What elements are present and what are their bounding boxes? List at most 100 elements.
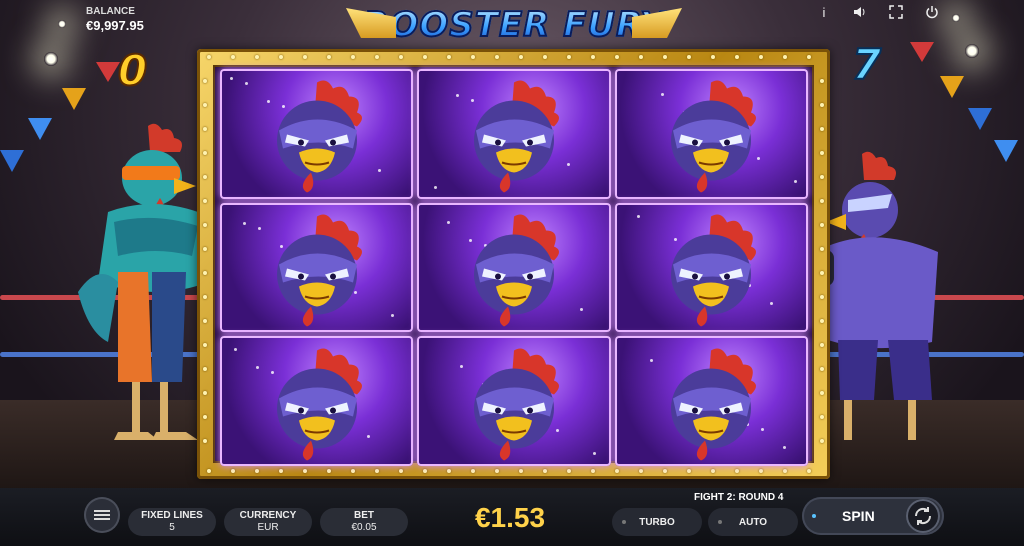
frame-rivet (375, 55, 379, 59)
frame-rivet (687, 469, 691, 473)
frame-rivet (423, 469, 427, 473)
menu-button[interactable] (84, 497, 120, 533)
frame-rivet (203, 415, 207, 419)
fullscreen-icon[interactable] (888, 4, 904, 20)
flag-decoration (28, 118, 52, 140)
spin-indicator-dot (812, 514, 816, 518)
masked-rooster-symbol-icon (651, 213, 771, 328)
frame-rivet (807, 469, 811, 473)
frame-rivet (279, 55, 283, 59)
frame-rivet (447, 469, 451, 473)
sparkle-decoration (636, 214, 640, 218)
sparkle-decoration (434, 186, 438, 189)
masked-rooster-symbol-icon (257, 346, 377, 461)
frame-rivet (203, 367, 207, 371)
fight-round-label: FIGHT 2: ROUND 4 (694, 492, 784, 503)
turbo-toggle[interactable]: TURBO (612, 508, 702, 536)
bet-value: €0.05 (351, 522, 377, 533)
top-icons: i (816, 4, 940, 20)
frame-rivet (203, 199, 207, 203)
frame-rivet (207, 469, 211, 473)
masked-rooster-symbol-icon (454, 213, 574, 328)
reel-cell (614, 202, 808, 333)
hamburger-icon (94, 508, 110, 522)
frame-rivet (820, 271, 824, 275)
frame-rivet (759, 55, 763, 59)
spotlight-icon (44, 52, 58, 66)
reel-cell (417, 336, 611, 466)
frame-rivet (663, 55, 667, 59)
frame-rivet (399, 55, 403, 59)
frame-rivet (543, 469, 547, 473)
frame-rivet (203, 151, 207, 155)
frame-rivet (423, 55, 427, 59)
frame-rivet (543, 55, 547, 59)
sparkle-decoration (593, 452, 597, 456)
flag-decoration (0, 150, 24, 172)
frame-rivet (375, 469, 379, 473)
currency-label: CURRENCY (239, 510, 297, 521)
turbo-indicator-dot (622, 520, 626, 524)
frame-rivet (591, 469, 595, 473)
auto-label: AUTO (738, 516, 768, 528)
masked-rooster-symbol-icon (454, 79, 574, 194)
frame-rivet (351, 55, 355, 59)
frame-rivet (255, 55, 259, 59)
frame-rivet (203, 391, 207, 395)
right-fighter-rooster (810, 151, 938, 440)
win-amount: €1.53 (474, 502, 546, 533)
frame-rivet (519, 55, 523, 59)
frame-rivet (207, 55, 211, 59)
spotlight-icon (952, 14, 960, 22)
fixed-lines-display: FIXED LINES 5 (128, 508, 216, 536)
sound-icon[interactable] (852, 4, 868, 20)
auto-toggle[interactable]: AUTO (708, 508, 798, 536)
frame-rivet (519, 469, 523, 473)
sparkle-decoration (391, 313, 394, 317)
frame-rivet (820, 367, 824, 371)
frame-rivet (820, 247, 824, 251)
frame-rivet (567, 469, 571, 473)
reel-grid (220, 69, 808, 466)
sparkle-decoration (447, 220, 451, 224)
auto-indicator-dot (718, 520, 722, 524)
frame-rivet (567, 55, 571, 59)
frame-rivet (255, 469, 259, 473)
frame-rivet (820, 223, 824, 227)
frame-rivet (447, 55, 451, 59)
fixed-lines-value: 5 (169, 522, 175, 533)
sparkle-decoration (378, 169, 381, 172)
sparkle-decoration (230, 77, 233, 80)
sparkle-decoration (580, 307, 584, 311)
frame-rivet (203, 319, 207, 323)
power-icon[interactable] (924, 4, 940, 20)
flag-decoration (968, 108, 992, 130)
frame-rivet (820, 79, 824, 83)
logo-text: ROOSTER FURY (361, 4, 666, 46)
frame-rivet (399, 469, 403, 473)
masked-rooster-symbol-icon (651, 346, 771, 461)
spin-button[interactable]: SPIN (802, 497, 944, 535)
frame-rivet (203, 343, 207, 347)
frame-rivet (303, 55, 307, 59)
spin-arrows-icon[interactable] (906, 499, 940, 533)
masked-rooster-symbol-icon (257, 79, 377, 194)
frame-rivet (615, 469, 619, 473)
frame-rivet (327, 469, 331, 473)
frame-rivet (203, 247, 207, 251)
frame-rivet (351, 469, 355, 473)
flag-decoration (62, 88, 86, 110)
bet-label: BET (354, 510, 374, 521)
frame-rivet (820, 103, 824, 107)
reel-cell (220, 69, 414, 199)
frame-rivet (820, 295, 824, 299)
frame-rivet (203, 127, 207, 131)
frame-rivet (735, 55, 739, 59)
info-icon[interactable]: i (816, 4, 832, 20)
frame-rivet (327, 55, 331, 59)
frame-rivet (203, 439, 207, 443)
bet-selector[interactable]: BET €0.05 (320, 508, 408, 536)
fixed-lines-label: FIXED LINES (141, 510, 203, 521)
frame-rivet (203, 175, 207, 179)
frame-rivet (820, 199, 824, 203)
